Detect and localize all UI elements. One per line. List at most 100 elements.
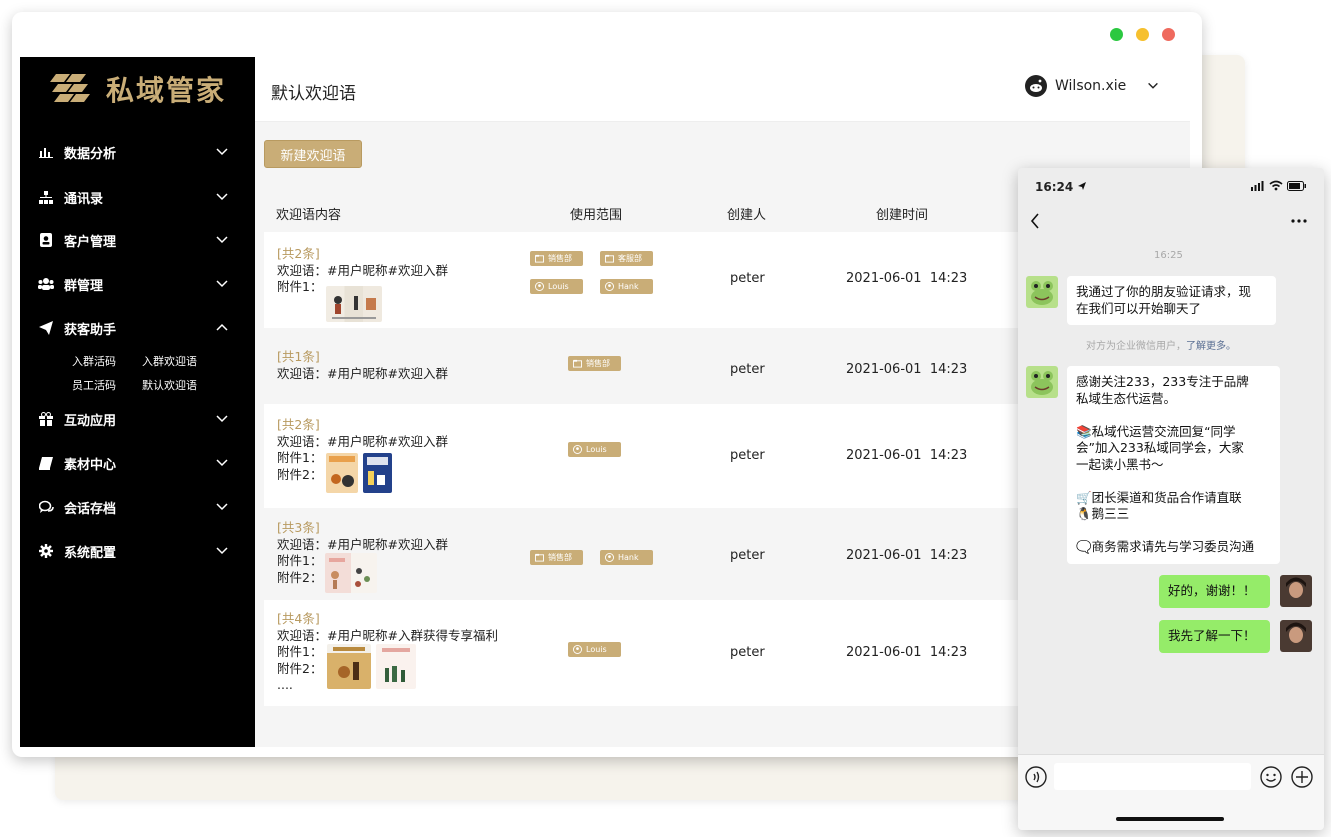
menu-label: 系统配置	[64, 545, 117, 561]
user-name: Wilson.xie	[1055, 78, 1127, 94]
user-avatar[interactable]	[1280, 620, 1312, 652]
user-icon	[535, 282, 544, 291]
folder-icon	[605, 254, 614, 263]
menu-customer-management[interactable]: 客户管理	[38, 229, 238, 251]
wifi-icon	[1269, 180, 1283, 191]
plus-icon[interactable]	[1291, 766, 1313, 788]
chat-icon	[38, 499, 54, 515]
tag-label: Louis	[548, 282, 569, 291]
chat-input-bar	[1018, 754, 1324, 830]
chevron-down-icon	[216, 280, 228, 288]
frog-avatar[interactable]	[1026, 366, 1058, 398]
message-line: 一起读小黑书～	[1076, 456, 1164, 472]
welcome-text: 欢迎语：#用户昵称#欢迎入群	[277, 262, 448, 278]
logo: 私域管家	[48, 69, 226, 109]
scope-tag-user: Hank	[600, 550, 653, 565]
created-clock: 14:23	[929, 448, 968, 463]
submenu-staff-qrcode[interactable]: 员工活码	[72, 377, 116, 393]
created-date: 2021-06-01	[846, 548, 922, 563]
attachment-thumbnail[interactable]	[376, 644, 416, 689]
menu-data-analysis[interactable]: 数据分析	[38, 141, 238, 163]
menu-material-center[interactable]: 素材中心	[38, 452, 238, 474]
message-line: 📚私域代运营交流回复“同学	[1076, 423, 1236, 439]
chevron-down-icon	[216, 547, 228, 555]
attachment-thumbnail[interactable]	[327, 644, 371, 689]
attachment-thumbnail[interactable]	[326, 286, 382, 322]
message-count: [共2条]	[277, 417, 320, 432]
menu-interactive-apps[interactable]: 互动应用	[38, 408, 238, 430]
voice-icon[interactable]	[1025, 766, 1047, 788]
emoji-icon[interactable]	[1260, 766, 1282, 788]
book-icon	[38, 455, 54, 471]
battery-icon	[1287, 181, 1306, 191]
window-maximize-dot[interactable]	[1110, 28, 1123, 41]
back-arrow-icon[interactable]	[1030, 213, 1040, 229]
user-avatar[interactable]	[1280, 575, 1312, 607]
attachment-thumbnail[interactable]	[325, 553, 377, 593]
menu-contacts[interactable]: 通讯录	[38, 186, 238, 208]
created-clock: 14:23	[929, 548, 968, 563]
chevron-down-icon	[216, 459, 228, 467]
menu-group-management[interactable]: 群管理	[38, 273, 238, 295]
incoming-message: 感谢关注233，233专注于品牌 私域生态代运营。 📚私域代运营交流回复“同学 …	[1067, 366, 1280, 564]
submenu-group-qrcode[interactable]: 入群活码	[72, 353, 116, 369]
new-welcome-button[interactable]: 新建欢迎语	[264, 140, 362, 168]
attachment-thumbnail[interactable]	[363, 453, 392, 493]
tag-label: Hank	[618, 282, 639, 291]
welcome-text: 欢迎语：#用户昵称#入群获得专享福利	[277, 627, 498, 643]
created-date: 2021-06-01	[846, 645, 922, 660]
message-line: 会”加入233私域同学会，大家	[1076, 440, 1244, 455]
more-icon[interactable]	[1291, 219, 1307, 223]
welcome-text: 欢迎语：#用户昵称#欢迎入群	[277, 433, 448, 449]
menu-system-config[interactable]: 系统配置	[38, 540, 238, 562]
chat-text-input[interactable]	[1054, 763, 1251, 790]
menu-chat-archive[interactable]: 会话存档	[38, 496, 238, 518]
created-time: 2021-06-01 14:23	[846, 448, 967, 463]
created-date: 2021-06-01	[846, 448, 922, 463]
menu-label: 会话存档	[64, 501, 117, 517]
outgoing-message: 好的，谢谢！！	[1159, 575, 1270, 608]
logo-icon	[50, 74, 90, 102]
created-time: 2021-06-01 14:23	[846, 271, 967, 286]
submenu-group-welcome[interactable]: 入群欢迎语	[142, 353, 197, 369]
scope-tag-user: Hank	[600, 279, 653, 294]
creator: peter	[730, 645, 765, 660]
user-icon	[605, 282, 614, 291]
tag-label: Hank	[618, 553, 639, 562]
message-line: 我通过了你的朋友验证请求，现	[1076, 284, 1252, 299]
creator: peter	[730, 448, 765, 463]
phone-preview: 16:24 16:25 我通过了你的朋友验证请求，现 在我们可以开始聊天了 对方…	[1018, 168, 1324, 830]
menu-acquisition-assistant[interactable]: 获客助手	[38, 317, 238, 339]
frog-avatar[interactable]	[1026, 276, 1058, 308]
window-close-dot[interactable]	[1162, 28, 1175, 41]
creator: peter	[730, 271, 765, 286]
attachment-thumbnail[interactable]	[326, 453, 358, 493]
user-menu[interactable]: Wilson.xie	[1025, 75, 1160, 97]
system-notice: 对方为企业微信用户，了解更多。	[1086, 337, 1236, 352]
created-time: 2021-06-01 14:23	[846, 362, 967, 377]
phone-time: 16:24	[1035, 180, 1074, 194]
window-minimize-dot[interactable]	[1136, 28, 1149, 41]
chevron-down-icon	[216, 415, 228, 423]
page-title: 默认欢迎语	[271, 84, 356, 104]
chevron-down-icon	[216, 193, 228, 201]
paper-plane-icon	[38, 320, 54, 336]
bar-chart-icon	[38, 144, 54, 160]
menu-label: 素材中心	[64, 457, 117, 473]
system-notice-text: 对方为企业微信用户，	[1086, 341, 1186, 352]
message-line: 🛒团长渠道和货品合作请直联	[1076, 489, 1242, 505]
scope-tag-department: 销售部	[568, 356, 621, 371]
tag-label: Louis	[586, 445, 607, 454]
tag-label: 销售部	[586, 359, 610, 368]
menu-label: 通讯录	[64, 191, 104, 207]
message-count: [共1条]	[277, 349, 320, 364]
scope-tag-user: Louis	[568, 442, 621, 457]
user-avatar-icon	[1025, 75, 1047, 97]
folder-icon	[535, 553, 544, 562]
org-chart-icon	[38, 189, 54, 205]
column-header-creator: 创建人	[727, 208, 767, 223]
submenu-default-welcome[interactable]: 默认欢迎语	[142, 377, 197, 393]
learn-more-link[interactable]: 了解更多。	[1186, 341, 1236, 352]
contact-card-icon	[38, 232, 54, 248]
scope-tag-user: Louis	[568, 642, 621, 657]
